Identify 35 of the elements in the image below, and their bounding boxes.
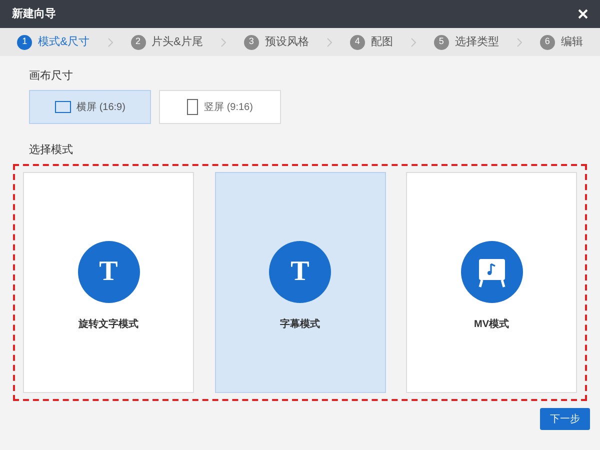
step-label[interactable]: 片头&片尾 <box>152 34 203 50</box>
step-number: 4 <box>350 34 365 50</box>
chevron-icon <box>516 38 522 46</box>
chevron-icon <box>220 38 226 46</box>
mode-card[interactable]: T 旋转文字模式 <box>23 172 194 393</box>
music-screen-icon <box>460 241 522 303</box>
step-label[interactable]: 选择类型 <box>454 34 499 50</box>
mode-icon: T <box>78 241 140 303</box>
mode-label: 字幕模式 <box>280 317 320 332</box>
section-heading: 选择模式 <box>29 143 74 158</box>
step-number: 1 <box>17 34 32 50</box>
step-label[interactable]: 配图 <box>370 34 393 50</box>
step-label[interactable]: 编辑 <box>560 34 583 50</box>
section-heading: 画布尺寸 <box>29 69 74 84</box>
mode-card[interactable]: T 字幕模式 <box>214 172 386 393</box>
mode-card[interactable]: MV模式 <box>406 172 577 393</box>
step-number: 5 <box>434 34 449 50</box>
portrait-icon <box>187 99 198 115</box>
chevron-icon <box>410 38 416 46</box>
mode-label: MV模式 <box>474 318 509 332</box>
step-number: 6 <box>540 34 555 50</box>
close-icon[interactable] <box>578 9 588 19</box>
chevron-icon <box>108 38 112 46</box>
step-label[interactable]: 预设风格 <box>264 34 309 50</box>
window-title: 新建向导 <box>12 6 56 22</box>
mode-label: 旋转文字模式 <box>78 317 138 332</box>
mode-icon: T <box>269 241 331 303</box>
landscape-icon <box>54 101 71 113</box>
step-number: 2 <box>130 34 146 50</box>
step-number: 3 <box>244 34 259 50</box>
step-label[interactable]: 模式&尺寸 <box>38 34 90 50</box>
landscape-option[interactable]: 横屏 (16:9) <box>29 90 151 124</box>
portrait-option[interactable]: 竖屏 (9:16) <box>159 90 281 124</box>
next-button[interactable]: 下一步 <box>540 408 590 430</box>
chevron-icon <box>326 38 332 46</box>
